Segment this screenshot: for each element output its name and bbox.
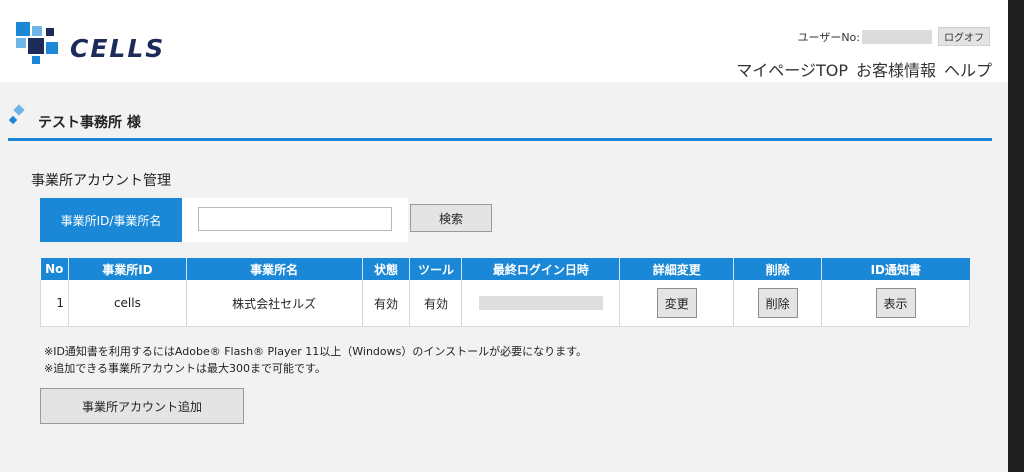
nav-mypage-top[interactable]: マイページTOP — [736, 57, 848, 81]
col-header-no: No — [40, 258, 69, 280]
search-input[interactable] — [198, 207, 392, 231]
cell-no: 1 — [40, 280, 69, 327]
vertical-scrollbar[interactable] — [1008, 0, 1024, 472]
top-nav: マイページTOP お客様情報 ヘルプ — [736, 57, 992, 81]
last-login-masked — [478, 296, 603, 311]
cell-last-login — [461, 280, 621, 327]
show-button[interactable]: 表示 — [875, 288, 916, 318]
cell-id-notice: 表示 — [821, 280, 970, 327]
col-header-delete: 削除 — [733, 258, 823, 280]
cell-status: 有効 — [362, 280, 411, 327]
edit-button[interactable]: 変更 — [656, 288, 697, 318]
site-header: CELLS ユーザーNo: ログオフ マイページTOP お客様情報 ヘルプ — [0, 0, 1024, 82]
user-number-label: ユーザーNo: — [797, 30, 860, 44]
col-header-last-login: 最終ログイン日時 — [461, 258, 621, 280]
table-row: 1 cells 株式会社セルズ 有効 有効 変更 削除 表示 — [40, 280, 970, 327]
cell-tool: 有効 — [409, 280, 463, 327]
logo-text: CELLS — [70, 34, 166, 63]
accounts-table: No 事業所ID 事業所名 状態 ツール 最終ログイン日時 詳細変更 削除 ID… — [40, 258, 970, 327]
title-divider — [8, 138, 992, 141]
table-header-row: No 事業所ID 事業所名 状態 ツール 最終ログイン日時 詳細変更 削除 ID… — [40, 258, 970, 280]
user-info: ユーザーNo: ログオフ — [798, 27, 990, 46]
note-flash: ※ID通知書を利用するにはAdobe® Flash® Player 11以上（W… — [44, 345, 588, 358]
col-header-office-name: 事業所名 — [186, 258, 363, 280]
add-office-account-button[interactable]: 事業所アカウント追加 — [40, 388, 244, 424]
main-content: テスト事務所 様 事業所アカウント管理 事業所ID/事業所名 検索 No 事業所… — [0, 82, 1008, 472]
user-number-masked — [862, 29, 932, 44]
section-title: 事業所アカウント管理 — [31, 173, 171, 189]
col-header-tool: ツール — [409, 258, 463, 280]
col-header-office-id: 事業所ID — [68, 258, 187, 280]
cell-edit: 変更 — [619, 280, 735, 327]
diamond-icon — [8, 104, 25, 125]
delete-button[interactable]: 削除 — [757, 288, 798, 318]
nav-help[interactable]: ヘルプ — [944, 57, 992, 81]
col-header-edit: 詳細変更 — [619, 258, 735, 280]
logoff-button[interactable]: ログオフ — [938, 27, 990, 46]
office-title: テスト事務所 様 — [38, 115, 141, 131]
nav-customer-info[interactable]: お客様情報 — [856, 57, 936, 81]
search-box: 事業所ID/事業所名 — [40, 198, 408, 242]
col-header-status: 状態 — [362, 258, 411, 280]
cell-office-name: 株式会社セルズ — [186, 280, 363, 327]
note-limit: ※追加できる事業所アカウントは最大300まで可能です。 — [44, 362, 326, 375]
cell-office-id: cells — [68, 280, 187, 327]
notes: ※ID通知書を利用するにはAdobe® Flash® Player 11以上（W… — [44, 343, 587, 377]
cell-delete: 削除 — [733, 280, 823, 327]
search-button[interactable]: 検索 — [410, 204, 492, 232]
search-label: 事業所ID/事業所名 — [40, 198, 182, 242]
col-header-id-notice: ID通知書 — [821, 258, 970, 280]
